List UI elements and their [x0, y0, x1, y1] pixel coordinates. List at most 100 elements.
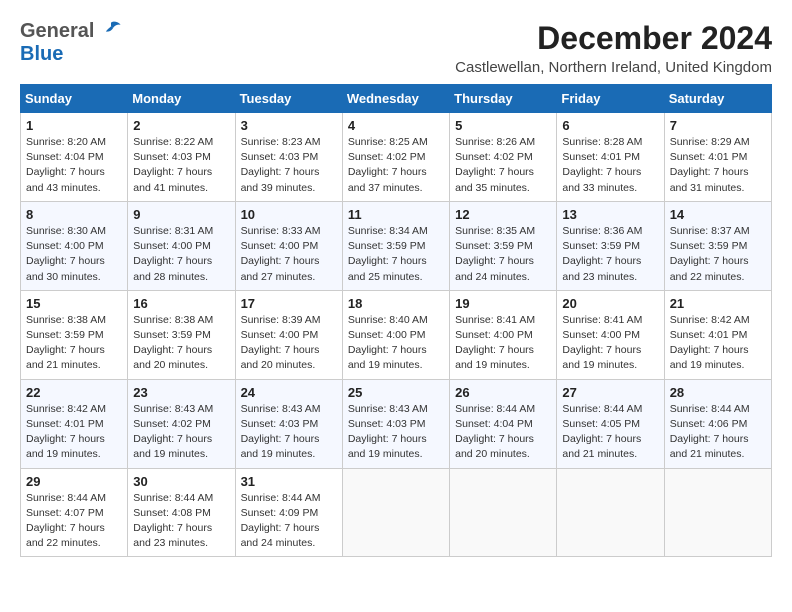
day-number: 3	[241, 118, 337, 133]
day-detail: Sunrise: 8:44 AMSunset: 4:06 PMDaylight:…	[670, 402, 766, 463]
calendar-day-cell	[342, 468, 449, 557]
day-detail: Sunrise: 8:20 AMSunset: 4:04 PMDaylight:…	[26, 135, 122, 196]
calendar-week-row: 29Sunrise: 8:44 AMSunset: 4:07 PMDayligh…	[21, 468, 772, 557]
calendar-week-row: 22 Sunrise: 8:42 AMSunset: 4:01 PMDayligh…	[21, 379, 772, 468]
calendar-day-cell: 18 Sunrise: 8:40 AMSunset: 4:00 PMDayligh…	[342, 290, 449, 379]
day-detail: Sunrise: 8:38 AMSunset: 3:59 PMDaylight:…	[26, 313, 122, 374]
calendar-day-cell: 5Sunrise: 8:26 AMSunset: 4:02 PMDaylight…	[450, 113, 557, 202]
calendar-week-row: 1 Sunrise: 8:20 AMSunset: 4:04 PMDaylight…	[21, 113, 772, 202]
calendar-week-row: 8 Sunrise: 8:30 AMSunset: 4:00 PMDaylight…	[21, 201, 772, 290]
day-detail: Sunrise: 8:41 AMSunset: 4:00 PMDaylight:…	[455, 313, 551, 374]
calendar-day-cell: 16Sunrise: 8:38 AMSunset: 3:59 PMDayligh…	[128, 290, 235, 379]
day-number: 24	[241, 385, 337, 400]
calendar-day-cell: 24Sunrise: 8:43 AMSunset: 4:03 PMDayligh…	[235, 379, 342, 468]
calendar-day-cell: 29Sunrise: 8:44 AMSunset: 4:07 PMDayligh…	[21, 468, 128, 557]
day-detail: Sunrise: 8:35 AMSunset: 3:59 PMDaylight:…	[455, 224, 551, 285]
weekday-header-cell: Sunday	[21, 85, 128, 113]
weekday-header-cell: Saturday	[664, 85, 771, 113]
weekday-header-row: SundayMondayTuesdayWednesdayThursdayFrid…	[21, 85, 772, 113]
day-detail: Sunrise: 8:37 AMSunset: 3:59 PMDaylight:…	[670, 224, 766, 285]
weekday-header-cell: Friday	[557, 85, 664, 113]
day-number: 8	[26, 207, 122, 222]
day-number: 23	[133, 385, 229, 400]
day-detail: Sunrise: 8:30 AMSunset: 4:00 PMDaylight:…	[26, 224, 122, 285]
day-detail: Sunrise: 8:23 AMSunset: 4:03 PMDaylight:…	[241, 135, 337, 196]
day-number: 21	[670, 296, 766, 311]
day-detail: Sunrise: 8:22 AMSunset: 4:03 PMDaylight:…	[133, 135, 229, 196]
day-number: 6	[562, 118, 658, 133]
calendar-day-cell	[664, 468, 771, 557]
day-detail: Sunrise: 8:33 AMSunset: 4:00 PMDaylight:…	[241, 224, 337, 285]
calendar-day-cell: 26Sunrise: 8:44 AMSunset: 4:04 PMDayligh…	[450, 379, 557, 468]
calendar-week-row: 15 Sunrise: 8:38 AMSunset: 3:59 PMDayligh…	[21, 290, 772, 379]
day-number: 19	[455, 296, 551, 311]
calendar-day-cell: 3 Sunrise: 8:23 AMSunset: 4:03 PMDaylight…	[235, 113, 342, 202]
day-detail: Sunrise: 8:41 AMSunset: 4:00 PMDaylight:…	[562, 313, 658, 374]
weekday-header-cell: Thursday	[450, 85, 557, 113]
calendar-day-cell: 2Sunrise: 8:22 AMSunset: 4:03 PMDaylight…	[128, 113, 235, 202]
calendar-day-cell: 8 Sunrise: 8:30 AMSunset: 4:00 PMDaylight…	[21, 201, 128, 290]
calendar-day-cell: 27 Sunrise: 8:44 AMSunset: 4:05 PMDayligh…	[557, 379, 664, 468]
day-number: 7	[670, 118, 766, 133]
calendar-day-cell: 15 Sunrise: 8:38 AMSunset: 3:59 PMDayligh…	[21, 290, 128, 379]
day-number: 14	[670, 207, 766, 222]
day-number: 28	[670, 385, 766, 400]
day-number: 10	[241, 207, 337, 222]
calendar-day-cell: 6 Sunrise: 8:28 AMSunset: 4:01 PMDaylight…	[557, 113, 664, 202]
day-number: 17	[241, 296, 337, 311]
day-number: 12	[455, 207, 551, 222]
day-number: 9	[133, 207, 229, 222]
day-detail: Sunrise: 8:44 AMSunset: 4:09 PMDaylight:…	[241, 491, 337, 552]
day-detail: Sunrise: 8:44 AMSunset: 4:05 PMDaylight:…	[562, 402, 658, 463]
day-number: 31	[241, 474, 337, 489]
calendar-day-cell: 20 Sunrise: 8:41 AMSunset: 4:00 PMDayligh…	[557, 290, 664, 379]
day-detail: Sunrise: 8:34 AMSunset: 3:59 PMDaylight:…	[348, 224, 444, 285]
day-number: 4	[348, 118, 444, 133]
day-detail: Sunrise: 8:29 AMSunset: 4:01 PMDaylight:…	[670, 135, 766, 196]
title-block: December 2024 Castlewellan, Northern Ire…	[455, 20, 772, 76]
logo-blue-text: Blue	[20, 43, 63, 66]
calendar-day-cell: 28 Sunrise: 8:44 AMSunset: 4:06 PMDayligh…	[664, 379, 771, 468]
day-detail: Sunrise: 8:31 AMSunset: 4:00 PMDaylight:…	[133, 224, 229, 285]
day-number: 11	[348, 207, 444, 222]
day-detail: Sunrise: 8:44 AMSunset: 4:08 PMDaylight:…	[133, 491, 229, 552]
calendar-day-cell: 12 Sunrise: 8:35 AMSunset: 3:59 PMDayligh…	[450, 201, 557, 290]
calendar-day-cell: 10 Sunrise: 8:33 AMSunset: 4:00 PMDayligh…	[235, 201, 342, 290]
page-header: General Blue December 2024 Castlewellan,…	[20, 20, 772, 76]
day-detail: Sunrise: 8:40 AMSunset: 4:00 PMDaylight:…	[348, 313, 444, 374]
logo-general-text: General	[20, 20, 94, 43]
location-subtitle: Castlewellan, Northern Ireland, United K…	[455, 59, 772, 76]
calendar-day-cell: 22 Sunrise: 8:42 AMSunset: 4:01 PMDayligh…	[21, 379, 128, 468]
calendar-day-cell: 23 Sunrise: 8:43 AMSunset: 4:02 PMDayligh…	[128, 379, 235, 468]
day-detail: Sunrise: 8:36 AMSunset: 3:59 PMDaylight:…	[562, 224, 658, 285]
calendar-day-cell: 17 Sunrise: 8:39 AMSunset: 4:00 PMDayligh…	[235, 290, 342, 379]
day-detail: Sunrise: 8:38 AMSunset: 3:59 PMDaylight:…	[133, 313, 229, 374]
day-number: 22	[26, 385, 122, 400]
month-title: December 2024	[455, 20, 772, 57]
day-number: 18	[348, 296, 444, 311]
calendar-day-cell: 30 Sunrise: 8:44 AMSunset: 4:08 PMDayligh…	[128, 468, 235, 557]
day-detail: Sunrise: 8:42 AMSunset: 4:01 PMDaylight:…	[26, 402, 122, 463]
day-number: 30	[133, 474, 229, 489]
day-number: 13	[562, 207, 658, 222]
calendar-day-cell: 4Sunrise: 8:25 AMSunset: 4:02 PMDaylight…	[342, 113, 449, 202]
calendar-day-cell: 11 Sunrise: 8:34 AMSunset: 3:59 PMDayligh…	[342, 201, 449, 290]
logo-bird-icon	[100, 19, 122, 41]
day-number: 1	[26, 118, 122, 133]
calendar-day-cell: 31 Sunrise: 8:44 AMSunset: 4:09 PMDayligh…	[235, 468, 342, 557]
day-detail: Sunrise: 8:28 AMSunset: 4:01 PMDaylight:…	[562, 135, 658, 196]
day-number: 25	[348, 385, 444, 400]
calendar-day-cell: 1 Sunrise: 8:20 AMSunset: 4:04 PMDaylight…	[21, 113, 128, 202]
calendar-day-cell: 9 Sunrise: 8:31 AMSunset: 4:00 PMDaylight…	[128, 201, 235, 290]
day-number: 20	[562, 296, 658, 311]
day-number: 27	[562, 385, 658, 400]
calendar-body: 1 Sunrise: 8:20 AMSunset: 4:04 PMDaylight…	[21, 113, 772, 557]
day-detail: Sunrise: 8:43 AMSunset: 4:02 PMDaylight:…	[133, 402, 229, 463]
calendar-table: SundayMondayTuesdayWednesdayThursdayFrid…	[20, 84, 772, 557]
day-number: 15	[26, 296, 122, 311]
calendar-day-cell	[557, 468, 664, 557]
calendar-day-cell: 13 Sunrise: 8:36 AMSunset: 3:59 PMDayligh…	[557, 201, 664, 290]
weekday-header-cell: Wednesday	[342, 85, 449, 113]
day-detail: Sunrise: 8:39 AMSunset: 4:00 PMDaylight:…	[241, 313, 337, 374]
weekday-header-cell: Tuesday	[235, 85, 342, 113]
